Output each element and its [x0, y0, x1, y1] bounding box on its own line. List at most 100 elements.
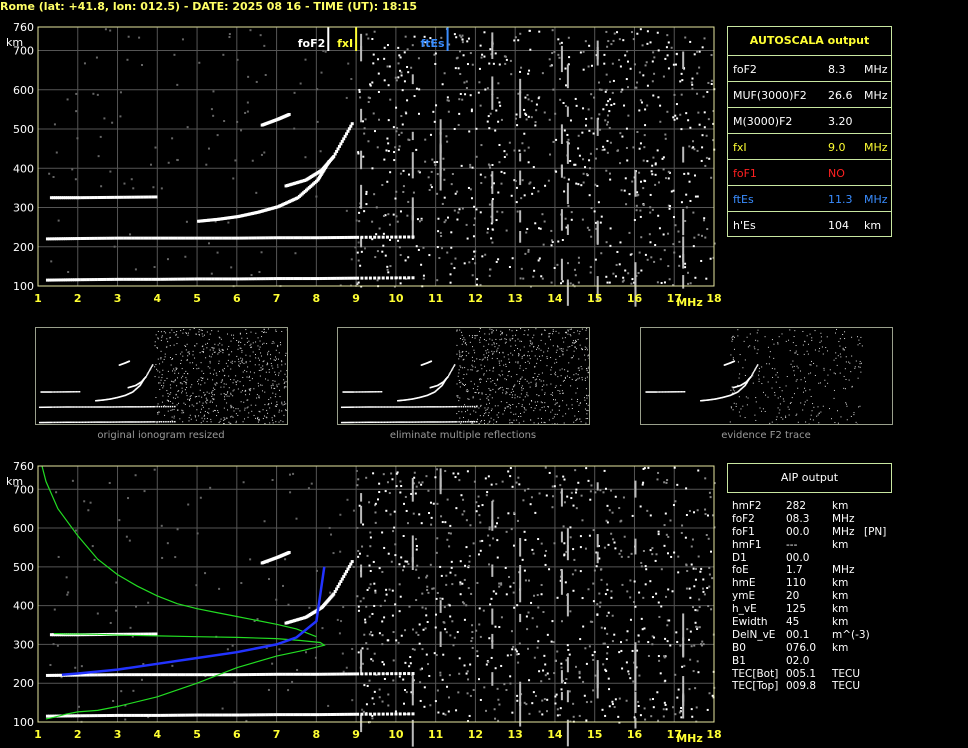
noise-dot	[641, 44, 644, 47]
autoscala-row-ftes: ftEs 11.3 MHz	[728, 185, 891, 212]
thumb-noise-dot	[464, 411, 466, 413]
thumb-trace-dot	[103, 421, 106, 423]
thumb-trace-dot	[445, 406, 448, 408]
thumb-noise-dot	[461, 383, 463, 385]
noise-dot	[698, 626, 701, 629]
noise-dot	[370, 658, 373, 661]
thumb-noise-dot	[243, 401, 245, 403]
noise-dot	[703, 126, 706, 129]
thumb-noise-dot	[783, 400, 785, 402]
noise-dot	[365, 33, 368, 36]
thumb-noise-dot	[584, 346, 586, 348]
noise-dot	[635, 209, 638, 212]
thumb-noise-dot	[839, 345, 841, 347]
thumb-noise-dot	[778, 412, 780, 414]
thumb-noise-dot	[479, 328, 481, 330]
noise-dot	[432, 502, 435, 505]
thumb-trace-dot	[369, 421, 371, 424]
thumb-trace-dot	[733, 360, 736, 362]
thumb-noise-dot	[203, 334, 205, 336]
thumb-trace-dot	[423, 406, 426, 408]
trace-point	[151, 277, 155, 281]
noise-dot	[465, 80, 468, 83]
noise-dot	[104, 28, 107, 31]
thumb-noise-dot	[261, 384, 263, 386]
noise-dot	[639, 99, 642, 102]
trace-point	[285, 236, 289, 240]
thumb-noise-dot	[586, 413, 588, 415]
thumb-noise-dot	[752, 382, 754, 384]
thumb-noise-dot	[843, 349, 845, 351]
thumb-noise-dot	[526, 355, 528, 357]
noise-dot	[522, 277, 525, 280]
noise-dot	[422, 246, 425, 249]
thumb-noise-dot	[858, 406, 860, 408]
thumb-noise-dot	[489, 394, 491, 396]
thumb-noise-dot	[160, 357, 162, 359]
noise-dot	[533, 269, 536, 272]
noise-dot	[606, 632, 609, 635]
thumb-noise-dot	[244, 409, 246, 411]
noise-dot	[511, 485, 514, 488]
thumb-trace-dot	[374, 391, 377, 393]
thumb-trace-dot	[133, 406, 135, 408]
noise-dot	[696, 72, 699, 75]
thumb-noise-dot	[232, 395, 234, 397]
noise-dot	[452, 472, 455, 475]
thumb-trace-dot	[371, 391, 374, 393]
thumb-noise-dot	[555, 385, 557, 387]
noise-dot	[357, 259, 360, 262]
noise-dot	[604, 90, 607, 93]
thumb-noise-dot	[487, 396, 489, 398]
noise-dot	[679, 113, 682, 116]
noise-dot	[636, 81, 639, 84]
noise-dot	[386, 265, 389, 268]
noise-dot	[665, 46, 668, 49]
noise-dot	[470, 110, 473, 113]
noise-dot	[630, 31, 633, 34]
y-tick-label: 100	[13, 280, 34, 293]
thumb-trace-dot	[59, 421, 62, 424]
noise-dot	[519, 70, 522, 73]
noise-dot	[508, 576, 511, 579]
trace-point	[211, 236, 215, 240]
thumb-noise-dot	[284, 386, 286, 388]
thumb-noise-dot	[860, 336, 862, 338]
thumb-trace-dot	[370, 406, 372, 408]
noise-dot	[454, 67, 457, 70]
noise-dot	[357, 152, 360, 155]
trace-point	[148, 236, 152, 240]
trace-point	[211, 277, 215, 281]
noise-dot	[428, 188, 431, 191]
thumb-noise-dot	[527, 334, 529, 336]
thumb-noise-dot	[465, 355, 467, 357]
noise-dot	[638, 71, 641, 74]
trace-point	[368, 276, 372, 280]
noise-dot	[553, 266, 556, 269]
thumb-noise-dot	[586, 349, 588, 351]
thumb-noise-dot	[490, 381, 492, 383]
thumb-trace-dot	[448, 406, 451, 408]
thumb-noise-dot	[807, 343, 809, 345]
thumb-noise-dot	[854, 367, 856, 369]
thumb-trace-dot	[174, 420, 176, 423]
noise-dot	[498, 703, 501, 706]
thumb-noise-dot	[533, 334, 535, 336]
noise-dot	[356, 251, 359, 254]
trace-point	[185, 277, 189, 281]
thumb-trace-dot	[410, 421, 412, 423]
thumb-noise-dot	[586, 328, 588, 330]
thumb-noise-dot	[530, 419, 532, 421]
thumb-noise-dot	[491, 350, 493, 352]
thumb-noise-dot	[782, 398, 784, 400]
thumb-noise-dot	[189, 329, 191, 331]
noise-dot	[544, 554, 547, 557]
thumb-noise-dot	[510, 376, 512, 378]
noise-dot	[603, 469, 606, 472]
thumb-trace-dot	[354, 421, 356, 424]
thumb-noise-dot	[522, 388, 524, 390]
noise-dot	[523, 194, 526, 197]
noise-dot	[552, 641, 555, 644]
noise-dot	[693, 585, 696, 588]
noise-dot	[613, 633, 616, 636]
